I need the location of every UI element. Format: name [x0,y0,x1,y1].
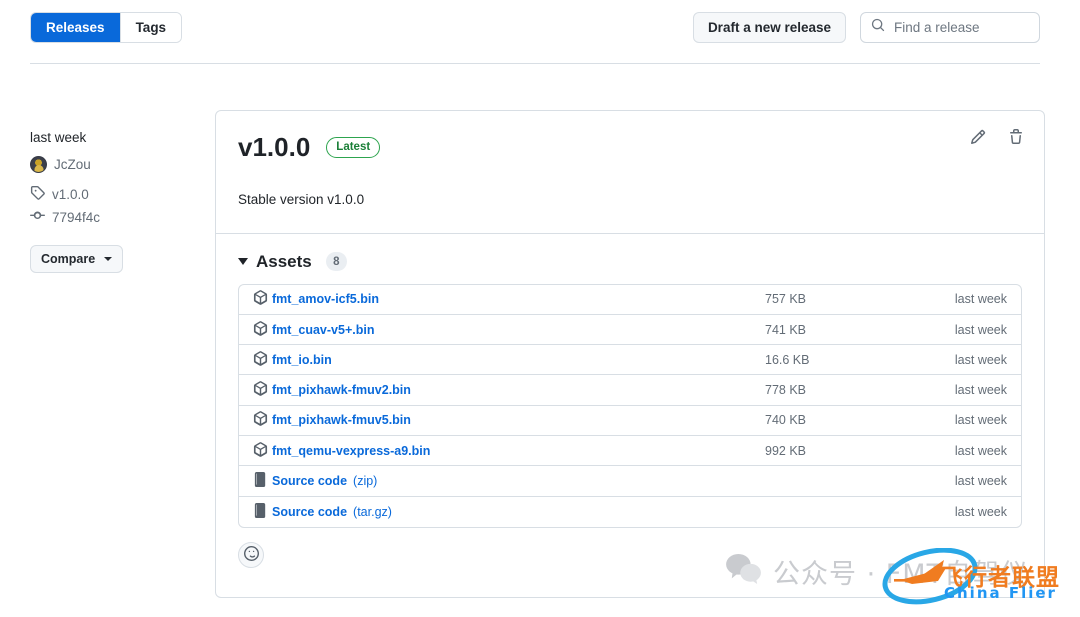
edit-release-button[interactable] [970,129,986,148]
releases-tags-toggle: Releases Tags [30,12,183,43]
package-icon [253,320,268,339]
commit-icon [30,208,45,226]
asset-download-link[interactable]: Source code [272,474,347,488]
assets-header: Assets 8 [238,252,1022,272]
triangle-down-icon [238,258,248,266]
compare-button[interactable]: Compare [30,245,124,273]
asset-name-cell: fmt_amov-icf5.bin [253,290,765,308]
asset-size: 992 KB [765,443,807,458]
assets-count-badge: 8 [325,252,347,272]
asset-size: 778 KB [765,383,807,398]
delete-release-button[interactable] [1008,129,1024,148]
asset-row[interactable]: fmt_amov-icf5.bin 757 KB last week [239,285,1021,315]
asset-date: last week [954,292,1007,307]
release-tag-row[interactable]: v1.0.0 [30,185,195,203]
compare-label: Compare [41,252,96,266]
asset-date: last week [954,322,1007,337]
asset-size: 740 KB [765,413,807,428]
release-sidebar: last week JcZou v1.0.0 7794f4c Compare [30,130,195,273]
trash-icon [1008,129,1024,148]
asset-date: last week [954,413,1007,428]
asset-name-cell: fmt_io.bin [253,350,765,369]
assets-table: fmt_amov-icf5.bin 757 KB last week fmt_cuav… [238,283,1022,528]
find-release-search[interactable] [860,12,1040,43]
asset-name-cell: Source code (zip) [253,472,765,490]
asset-download-link[interactable]: fmt_cuav-v5+.bin [272,323,374,337]
asset-size: 757 KB [765,292,807,307]
tab-tags[interactable]: Tags [120,13,182,42]
tag-name: v1.0.0 [52,186,89,202]
asset-name-cell: fmt_pixhawk-fmuv5.bin [253,411,765,429]
asset-row[interactable]: fmt_pixhawk-fmuv5.bin 740 KB last week [239,406,1021,437]
asset-download-link[interactable]: Source code [272,505,347,519]
asset-size: 741 KB [765,322,807,337]
asset-format-label: (zip) [353,474,378,489]
file-zip-icon [253,472,268,490]
asset-row[interactable]: fmt_pixhawk-fmuv2.bin 778 KB last week [239,375,1021,406]
release-date: last week [30,130,87,145]
search-icon [871,18,885,37]
asset-date: last week [954,474,1007,489]
assets-section: Assets 8 fmt_amov-icf5.bin 757 KB last wee… [216,234,1044,528]
toolbar-right-controls: Draft a new release [692,12,1040,43]
release-actions [970,129,1024,148]
asset-name-cell: fmt_qemu-vexpress-a9.bin [253,441,765,460]
add-reaction-button[interactable] [238,541,264,568]
commit-sha: 7794f4c [52,209,101,225]
reactions-bar [216,528,1044,586]
asset-size: 16.6 KB [765,352,810,367]
smiley-icon [243,545,259,564]
asset-format-label: (tar.gz) [353,504,392,519]
assets-toggle[interactable]: Assets [238,252,312,272]
asset-date: last week [954,383,1007,398]
release-description: Stable version v1.0.0 [238,191,365,207]
package-icon [253,411,268,429]
asset-download-link[interactable]: fmt_qemu-vexpress-a9.bin [272,444,430,458]
package-icon [253,350,268,369]
header-divider [30,63,1040,64]
asset-row[interactable]: Source code (zip) last week [239,466,1021,497]
pencil-icon [970,129,986,148]
chevron-down-icon [104,257,113,261]
release-header: v1.0.0 Latest Stable version v1.0.0 [216,111,1044,234]
asset-row[interactable]: fmt_cuav-v5+.bin 741 KB last week [239,315,1021,346]
releases-page: Releases Tags Draft a new release last w… [0,0,1080,617]
package-icon [253,381,268,399]
release-card: v1.0.0 Latest Stable version v1.0.0 Asse… [215,110,1045,598]
release-author[interactable]: JcZou [30,156,195,173]
page-toolbar: Releases Tags Draft a new release [30,12,1040,44]
asset-download-link[interactable]: fmt_pixhawk-fmuv2.bin [272,383,411,397]
release-title: v1.0.0 [238,132,311,162]
latest-badge: Latest [326,136,381,158]
draft-new-release-button[interactable]: Draft a new release [692,12,846,43]
package-icon [253,441,268,460]
asset-download-link[interactable]: fmt_pixhawk-fmuv5.bin [272,413,411,427]
asset-row[interactable]: fmt_io.bin 16.6 KB last week [239,345,1021,376]
asset-download-link[interactable]: fmt_io.bin [272,353,332,367]
asset-download-link[interactable]: fmt_amov-icf5.bin [272,292,379,306]
search-input[interactable] [892,19,1029,36]
assets-label: Assets [256,251,312,271]
tag-icon [30,185,45,203]
tab-releases[interactable]: Releases [31,13,120,42]
asset-date: last week [954,443,1007,458]
asset-name-cell: Source code (tar.gz) [253,502,765,521]
author-name: JcZou [54,157,91,172]
asset-name-cell: fmt_cuav-v5+.bin [253,320,765,339]
asset-name-cell: fmt_pixhawk-fmuv2.bin [253,381,765,399]
asset-date: last week [954,504,1007,519]
release-commit-row[interactable]: 7794f4c [30,208,195,226]
file-zip-icon [253,502,268,521]
asset-row[interactable]: fmt_qemu-vexpress-a9.bin 992 KB last week [239,436,1021,467]
asset-row[interactable]: Source code (tar.gz) last week [239,497,1021,527]
asset-date: last week [954,352,1007,367]
release-title-row: v1.0.0 Latest [238,133,1022,162]
package-icon [253,290,268,308]
avatar [30,156,47,173]
